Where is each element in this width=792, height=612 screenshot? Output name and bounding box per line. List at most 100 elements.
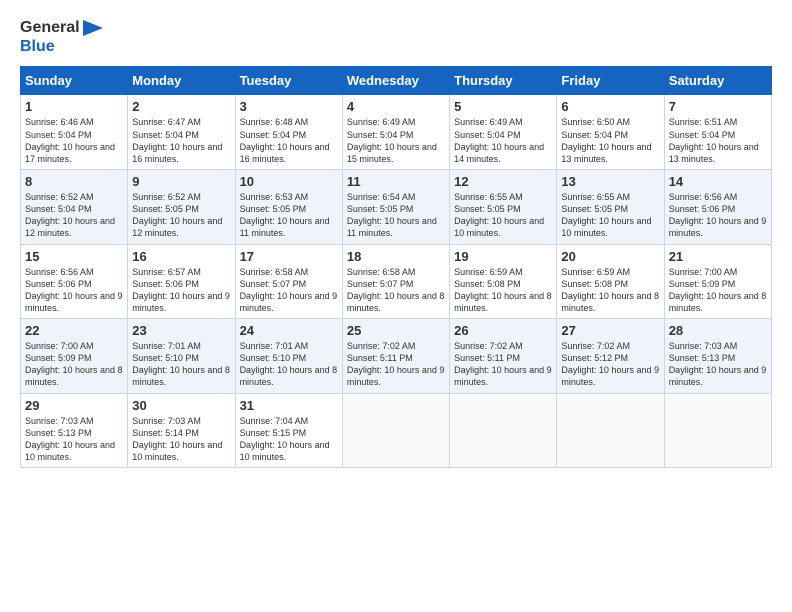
calendar-cell: 12 Sunrise: 6:55 AM Sunset: 5:05 PM Dayl…	[450, 169, 557, 244]
day-number: 4	[347, 99, 445, 114]
day-number: 12	[454, 174, 552, 189]
day-number: 17	[240, 249, 338, 264]
day-number: 7	[669, 99, 767, 114]
day-info: Sunrise: 6:48 AM Sunset: 5:04 PM Dayligh…	[240, 116, 338, 165]
header-monday: Monday	[128, 67, 235, 95]
day-info: Sunrise: 7:02 AM Sunset: 5:11 PM Dayligh…	[454, 340, 552, 389]
day-info: Sunrise: 6:58 AM Sunset: 5:07 PM Dayligh…	[347, 266, 445, 315]
day-number: 25	[347, 323, 445, 338]
calendar-cell: 20 Sunrise: 6:59 AM Sunset: 5:08 PM Dayl…	[557, 244, 664, 319]
day-number: 16	[132, 249, 230, 264]
day-number: 19	[454, 249, 552, 264]
day-number: 15	[25, 249, 123, 264]
day-info: Sunrise: 7:00 AM Sunset: 5:09 PM Dayligh…	[669, 266, 767, 315]
calendar-cell	[557, 393, 664, 468]
day-number: 21	[669, 249, 767, 264]
day-info: Sunrise: 7:02 AM Sunset: 5:11 PM Dayligh…	[347, 340, 445, 389]
calendar-cell	[342, 393, 449, 468]
header-thursday: Thursday	[450, 67, 557, 95]
calendar-cell: 8 Sunrise: 6:52 AM Sunset: 5:04 PM Dayli…	[21, 169, 128, 244]
day-info: Sunrise: 6:49 AM Sunset: 5:04 PM Dayligh…	[347, 116, 445, 165]
calendar-cell: 25 Sunrise: 7:02 AM Sunset: 5:11 PM Dayl…	[342, 319, 449, 394]
calendar-cell: 7 Sunrise: 6:51 AM Sunset: 5:04 PM Dayli…	[664, 95, 771, 170]
header-row: SundayMondayTuesdayWednesdayThursdayFrid…	[21, 67, 772, 95]
day-number: 9	[132, 174, 230, 189]
day-number: 5	[454, 99, 552, 114]
calendar-cell: 23 Sunrise: 7:01 AM Sunset: 5:10 PM Dayl…	[128, 319, 235, 394]
week-row-1: 1 Sunrise: 6:46 AM Sunset: 5:04 PM Dayli…	[21, 95, 772, 170]
day-info: Sunrise: 6:57 AM Sunset: 5:06 PM Dayligh…	[132, 266, 230, 315]
day-info: Sunrise: 6:53 AM Sunset: 5:05 PM Dayligh…	[240, 191, 338, 240]
calendar-cell: 29 Sunrise: 7:03 AM Sunset: 5:13 PM Dayl…	[21, 393, 128, 468]
day-info: Sunrise: 7:01 AM Sunset: 5:10 PM Dayligh…	[240, 340, 338, 389]
day-number: 3	[240, 99, 338, 114]
calendar-cell: 27 Sunrise: 7:02 AM Sunset: 5:12 PM Dayl…	[557, 319, 664, 394]
day-number: 30	[132, 398, 230, 413]
calendar-cell: 10 Sunrise: 6:53 AM Sunset: 5:05 PM Dayl…	[235, 169, 342, 244]
day-info: Sunrise: 6:52 AM Sunset: 5:05 PM Dayligh…	[132, 191, 230, 240]
calendar-cell: 24 Sunrise: 7:01 AM Sunset: 5:10 PM Dayl…	[235, 319, 342, 394]
day-info: Sunrise: 7:01 AM Sunset: 5:10 PM Dayligh…	[132, 340, 230, 389]
header: General Blue	[20, 18, 772, 56]
logo: General Blue	[20, 18, 103, 56]
header-tuesday: Tuesday	[235, 67, 342, 95]
day-info: Sunrise: 6:55 AM Sunset: 5:05 PM Dayligh…	[454, 191, 552, 240]
calendar-cell: 22 Sunrise: 7:00 AM Sunset: 5:09 PM Dayl…	[21, 319, 128, 394]
day-info: Sunrise: 6:59 AM Sunset: 5:08 PM Dayligh…	[454, 266, 552, 315]
day-info: Sunrise: 6:50 AM Sunset: 5:04 PM Dayligh…	[561, 116, 659, 165]
calendar-cell: 5 Sunrise: 6:49 AM Sunset: 5:04 PM Dayli…	[450, 95, 557, 170]
day-number: 20	[561, 249, 659, 264]
day-number: 1	[25, 99, 123, 114]
calendar-cell: 15 Sunrise: 6:56 AM Sunset: 5:06 PM Dayl…	[21, 244, 128, 319]
calendar-body: 1 Sunrise: 6:46 AM Sunset: 5:04 PM Dayli…	[21, 95, 772, 468]
day-info: Sunrise: 6:51 AM Sunset: 5:04 PM Dayligh…	[669, 116, 767, 165]
calendar-cell: 31 Sunrise: 7:04 AM Sunset: 5:15 PM Dayl…	[235, 393, 342, 468]
day-info: Sunrise: 7:03 AM Sunset: 5:14 PM Dayligh…	[132, 415, 230, 464]
calendar-cell: 9 Sunrise: 6:52 AM Sunset: 5:05 PM Dayli…	[128, 169, 235, 244]
week-row-2: 8 Sunrise: 6:52 AM Sunset: 5:04 PM Dayli…	[21, 169, 772, 244]
calendar-cell: 6 Sunrise: 6:50 AM Sunset: 5:04 PM Dayli…	[557, 95, 664, 170]
day-info: Sunrise: 6:58 AM Sunset: 5:07 PM Dayligh…	[240, 266, 338, 315]
day-number: 14	[669, 174, 767, 189]
calendar-cell	[450, 393, 557, 468]
week-row-5: 29 Sunrise: 7:03 AM Sunset: 5:13 PM Dayl…	[21, 393, 772, 468]
day-number: 2	[132, 99, 230, 114]
day-info: Sunrise: 6:46 AM Sunset: 5:04 PM Dayligh…	[25, 116, 123, 165]
calendar-cell: 28 Sunrise: 7:03 AM Sunset: 5:13 PM Dayl…	[664, 319, 771, 394]
calendar-cell: 1 Sunrise: 6:46 AM Sunset: 5:04 PM Dayli…	[21, 95, 128, 170]
calendar-cell: 14 Sunrise: 6:56 AM Sunset: 5:06 PM Dayl…	[664, 169, 771, 244]
day-number: 27	[561, 323, 659, 338]
day-number: 13	[561, 174, 659, 189]
day-number: 6	[561, 99, 659, 114]
calendar-cell: 3 Sunrise: 6:48 AM Sunset: 5:04 PM Dayli…	[235, 95, 342, 170]
header-sunday: Sunday	[21, 67, 128, 95]
day-number: 31	[240, 398, 338, 413]
calendar-cell: 30 Sunrise: 7:03 AM Sunset: 5:14 PM Dayl…	[128, 393, 235, 468]
day-info: Sunrise: 6:56 AM Sunset: 5:06 PM Dayligh…	[669, 191, 767, 240]
day-info: Sunrise: 6:55 AM Sunset: 5:05 PM Dayligh…	[561, 191, 659, 240]
day-number: 26	[454, 323, 552, 338]
week-row-4: 22 Sunrise: 7:00 AM Sunset: 5:09 PM Dayl…	[21, 319, 772, 394]
header-wednesday: Wednesday	[342, 67, 449, 95]
day-info: Sunrise: 6:52 AM Sunset: 5:04 PM Dayligh…	[25, 191, 123, 240]
calendar-cell: 18 Sunrise: 6:58 AM Sunset: 5:07 PM Dayl…	[342, 244, 449, 319]
day-number: 10	[240, 174, 338, 189]
day-number: 18	[347, 249, 445, 264]
day-info: Sunrise: 7:03 AM Sunset: 5:13 PM Dayligh…	[25, 415, 123, 464]
header-friday: Friday	[557, 67, 664, 95]
week-row-3: 15 Sunrise: 6:56 AM Sunset: 5:06 PM Dayl…	[21, 244, 772, 319]
day-number: 8	[25, 174, 123, 189]
day-number: 24	[240, 323, 338, 338]
calendar-container: General Blue SundayMondayTuesdayWednesda…	[0, 0, 792, 612]
calendar-cell: 19 Sunrise: 6:59 AM Sunset: 5:08 PM Dayl…	[450, 244, 557, 319]
day-info: Sunrise: 6:56 AM Sunset: 5:06 PM Dayligh…	[25, 266, 123, 315]
header-saturday: Saturday	[664, 67, 771, 95]
day-info: Sunrise: 6:47 AM Sunset: 5:04 PM Dayligh…	[132, 116, 230, 165]
day-info: Sunrise: 7:04 AM Sunset: 5:15 PM Dayligh…	[240, 415, 338, 464]
calendar-cell: 26 Sunrise: 7:02 AM Sunset: 5:11 PM Dayl…	[450, 319, 557, 394]
day-number: 29	[25, 398, 123, 413]
day-info: Sunrise: 6:59 AM Sunset: 5:08 PM Dayligh…	[561, 266, 659, 315]
day-number: 28	[669, 323, 767, 338]
calendar-cell: 4 Sunrise: 6:49 AM Sunset: 5:04 PM Dayli…	[342, 95, 449, 170]
calendar-cell: 11 Sunrise: 6:54 AM Sunset: 5:05 PM Dayl…	[342, 169, 449, 244]
